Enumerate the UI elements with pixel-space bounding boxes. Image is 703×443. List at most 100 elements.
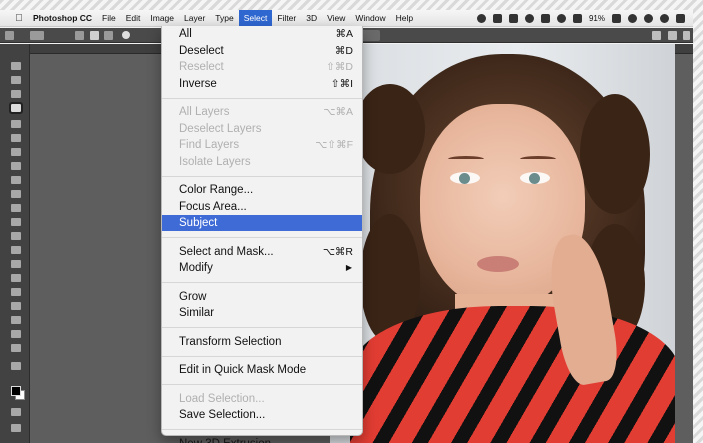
menu-item-deselect[interactable]: Deselect ⌘D	[162, 43, 362, 59]
status-icon[interactable]	[476, 13, 486, 23]
bluetooth-icon[interactable]	[540, 13, 550, 23]
menu-item-subject[interactable]: Subject	[162, 215, 362, 231]
brush-size-icon[interactable]	[122, 31, 130, 39]
wifi-icon[interactable]	[556, 13, 566, 23]
menu-item-modify[interactable]: Modify ▶	[162, 260, 362, 276]
menu-layer[interactable]: Layer	[179, 10, 210, 27]
menu-item-inverse[interactable]: Inverse ⇧⌘I	[162, 76, 362, 92]
menu-item-label: Deselect	[179, 44, 224, 57]
document-image-portrait[interactable]	[330, 44, 675, 443]
menu-item-label: Select and Mask...	[179, 245, 274, 258]
healing-brush-tool-icon[interactable]	[11, 162, 21, 170]
menu-window[interactable]: Window	[350, 10, 390, 27]
menu-separator	[162, 175, 362, 177]
battery-icon[interactable]	[612, 13, 621, 23]
eraser-tool-icon[interactable]	[11, 218, 21, 226]
clone-stamp-tool-icon[interactable]	[11, 190, 21, 198]
add-to-selection-icon[interactable]	[90, 31, 99, 40]
menu-item-similar[interactable]: Similar	[162, 305, 362, 321]
zoom-tool-icon[interactable]	[11, 344, 21, 352]
menu-filter[interactable]: Filter	[272, 10, 301, 27]
menu-item-color-range[interactable]: Color Range...	[162, 182, 362, 198]
clock-icon[interactable]	[628, 13, 637, 23]
menu-file[interactable]: File	[97, 10, 121, 27]
menu-item-shortcut: ⌘A	[335, 28, 353, 40]
menu-item-select-and-mask[interactable]: Select and Mask... ⌥⌘R	[162, 244, 362, 260]
marquee-tool-icon[interactable]	[11, 76, 21, 84]
menu-image[interactable]: Image	[145, 10, 179, 27]
notification-center-icon[interactable]	[676, 13, 685, 23]
menu-item-reselect: Reselect ⇧⌘D	[162, 59, 362, 75]
spotlight-search-icon[interactable]	[644, 13, 653, 23]
menu-separator	[162, 429, 362, 430]
share-icon[interactable]	[683, 31, 690, 40]
display-icon[interactable]	[508, 13, 518, 23]
menu-item-label: Focus Area...	[179, 200, 247, 213]
submenu-arrow-icon: ▶	[345, 263, 352, 272]
path-selection-tool-icon[interactable]	[11, 302, 21, 310]
blur-tool-icon[interactable]	[11, 246, 21, 254]
foreground-color-swatch[interactable]	[11, 386, 21, 396]
menu-help[interactable]: Help	[391, 10, 418, 27]
quick-selection-tool-icon[interactable]	[9, 102, 23, 114]
menu-item-all[interactable]: All ⌘A	[162, 26, 362, 42]
menu-item-shortcut: ⌘D	[334, 44, 353, 57]
menu-item-save-selection[interactable]: Save Selection...	[162, 407, 362, 423]
menu-3d[interactable]: 3D	[301, 10, 322, 27]
menu-item-shortcut: ⇧⌘I	[330, 77, 353, 90]
siri-icon[interactable]	[660, 13, 669, 23]
frame-tool-icon[interactable]	[11, 134, 21, 142]
screen-mode-icon[interactable]	[11, 424, 21, 432]
menu-item-shortcut: ⌥⌘R	[322, 245, 353, 258]
menu-separator	[162, 97, 362, 99]
hand-tool-icon[interactable]	[11, 330, 21, 338]
menu-separator	[162, 237, 362, 238]
menu-item-find-layers: Find Layers ⌥⇧⌘F	[162, 137, 362, 153]
new-selection-icon[interactable]	[75, 31, 84, 40]
menu-item-focus-area[interactable]: Focus Area...	[162, 199, 362, 215]
move-tool-icon[interactable]	[11, 62, 21, 70]
menu-view[interactable]: View	[322, 10, 350, 27]
dodge-tool-icon[interactable]	[11, 260, 21, 268]
dropbox-icon[interactable]	[492, 13, 502, 23]
hair-curl	[580, 94, 650, 214]
striped-top-shape	[350, 306, 675, 443]
menu-item-label: Edit in Quick Mask Mode	[179, 364, 307, 376]
menu-app-photoshop[interactable]: Photoshop CC	[28, 10, 97, 27]
right-brow	[520, 156, 556, 162]
subtract-from-selection-icon[interactable]	[104, 31, 113, 40]
menu-item-grow[interactable]: Grow	[162, 289, 362, 305]
menu-item-new-3d-extrusion[interactable]: New 3D Extrusion	[162, 436, 362, 443]
menu-type[interactable]: Type	[210, 10, 238, 27]
more-tools-icon[interactable]	[11, 362, 21, 370]
tools-panel	[0, 44, 30, 443]
menu-edit[interactable]: Edit	[121, 10, 146, 27]
history-brush-tool-icon[interactable]	[11, 204, 21, 212]
apple-icon[interactable]: 	[10, 13, 28, 24]
menu-item-label: Inverse	[179, 77, 217, 90]
shape-tool-icon[interactable]	[11, 316, 21, 324]
type-tool-icon[interactable]	[11, 288, 21, 296]
menu-item-transform-selection[interactable]: Transform Selection	[162, 334, 362, 350]
quick-selection-tool-preset-icon[interactable]	[30, 31, 44, 40]
lasso-tool-icon[interactable]	[11, 90, 21, 98]
quick-mask-icon[interactable]	[11, 408, 21, 416]
volume-icon[interactable]	[572, 13, 582, 23]
workspace-icon[interactable]	[668, 31, 677, 40]
time-machine-icon[interactable]	[524, 13, 534, 23]
brush-tool-icon[interactable]	[11, 176, 21, 184]
home-icon[interactable]	[5, 31, 14, 40]
decorative-stripe-right	[693, 0, 703, 443]
menu-item-edit-in-quick-mask-mode[interactable]: Edit in Quick Mask Mode	[162, 362, 362, 378]
eyedropper-tool-icon[interactable]	[11, 148, 21, 156]
menu-item-label: All	[179, 28, 192, 40]
menu-select[interactable]: Select	[238, 9, 273, 27]
left-eye	[450, 172, 480, 184]
menubar-status-area: 91%	[476, 13, 693, 23]
gradient-tool-icon[interactable]	[11, 232, 21, 240]
search-icon[interactable]	[652, 31, 661, 40]
menu-separator	[162, 282, 362, 283]
menu-item-label: Isolate Layers	[179, 155, 251, 168]
pen-tool-icon[interactable]	[11, 274, 21, 282]
crop-tool-icon[interactable]	[11, 120, 21, 128]
